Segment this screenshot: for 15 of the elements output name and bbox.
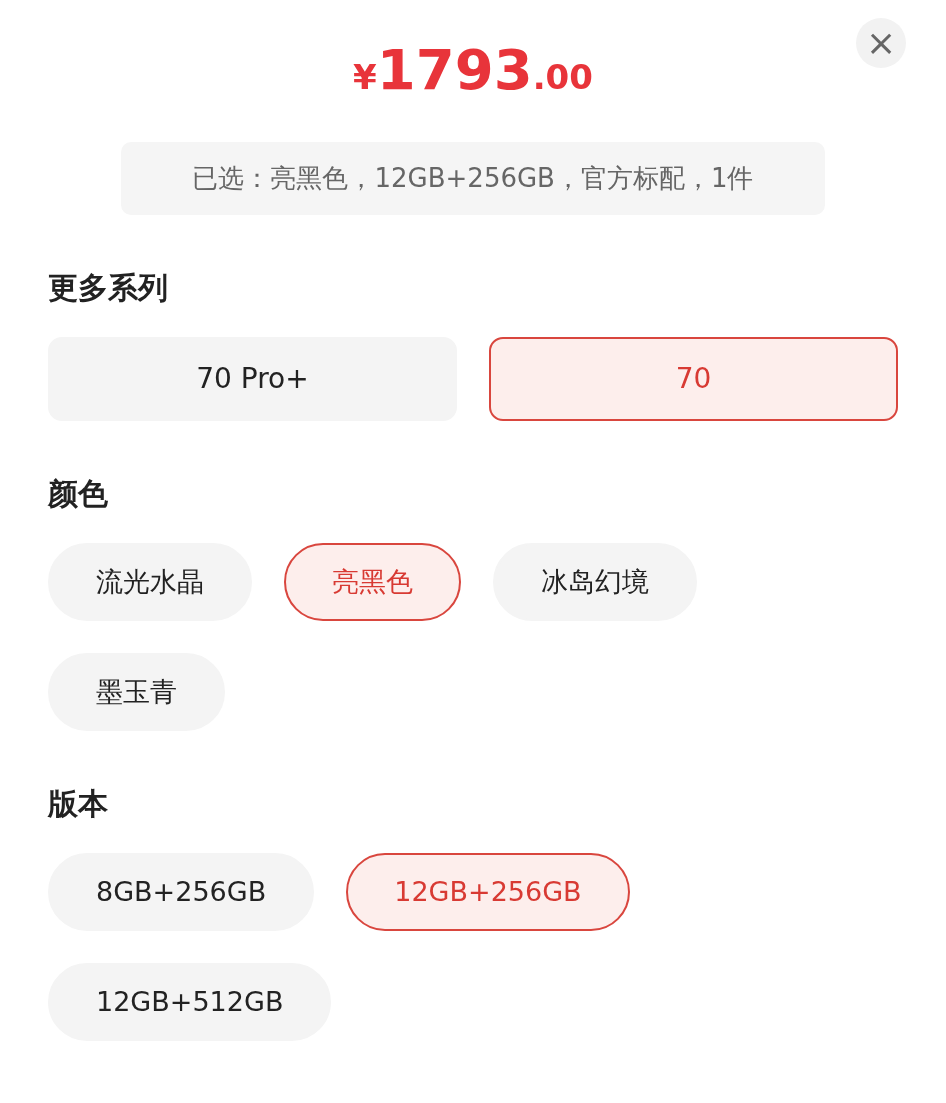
- selection-summary: 已选：亮黑色，12GB+256GB，官方标配，1件: [121, 142, 825, 215]
- option-button[interactable]: 70 Pro+: [48, 337, 457, 421]
- close-button[interactable]: ×: [856, 18, 906, 68]
- section-title: 版本: [48, 789, 109, 819]
- option-button[interactable]: 流光水晶: [48, 543, 252, 621]
- option-button[interactable]: 12GB+256GB: [346, 853, 630, 931]
- option-button[interactable]: 冰岛幻境: [493, 543, 697, 621]
- option-button[interactable]: 12GB+512GB: [48, 963, 332, 1041]
- section-title: 更多系列: [48, 273, 169, 303]
- option-button[interactable]: 墨玉青: [48, 653, 225, 731]
- section-title: 颜色: [48, 479, 109, 509]
- option-button[interactable]: 70: [489, 337, 898, 421]
- option-button[interactable]: 8GB+256GB: [48, 853, 315, 931]
- option-button[interactable]: 亮黑色: [284, 543, 461, 621]
- price: ¥1793.00: [353, 42, 593, 102]
